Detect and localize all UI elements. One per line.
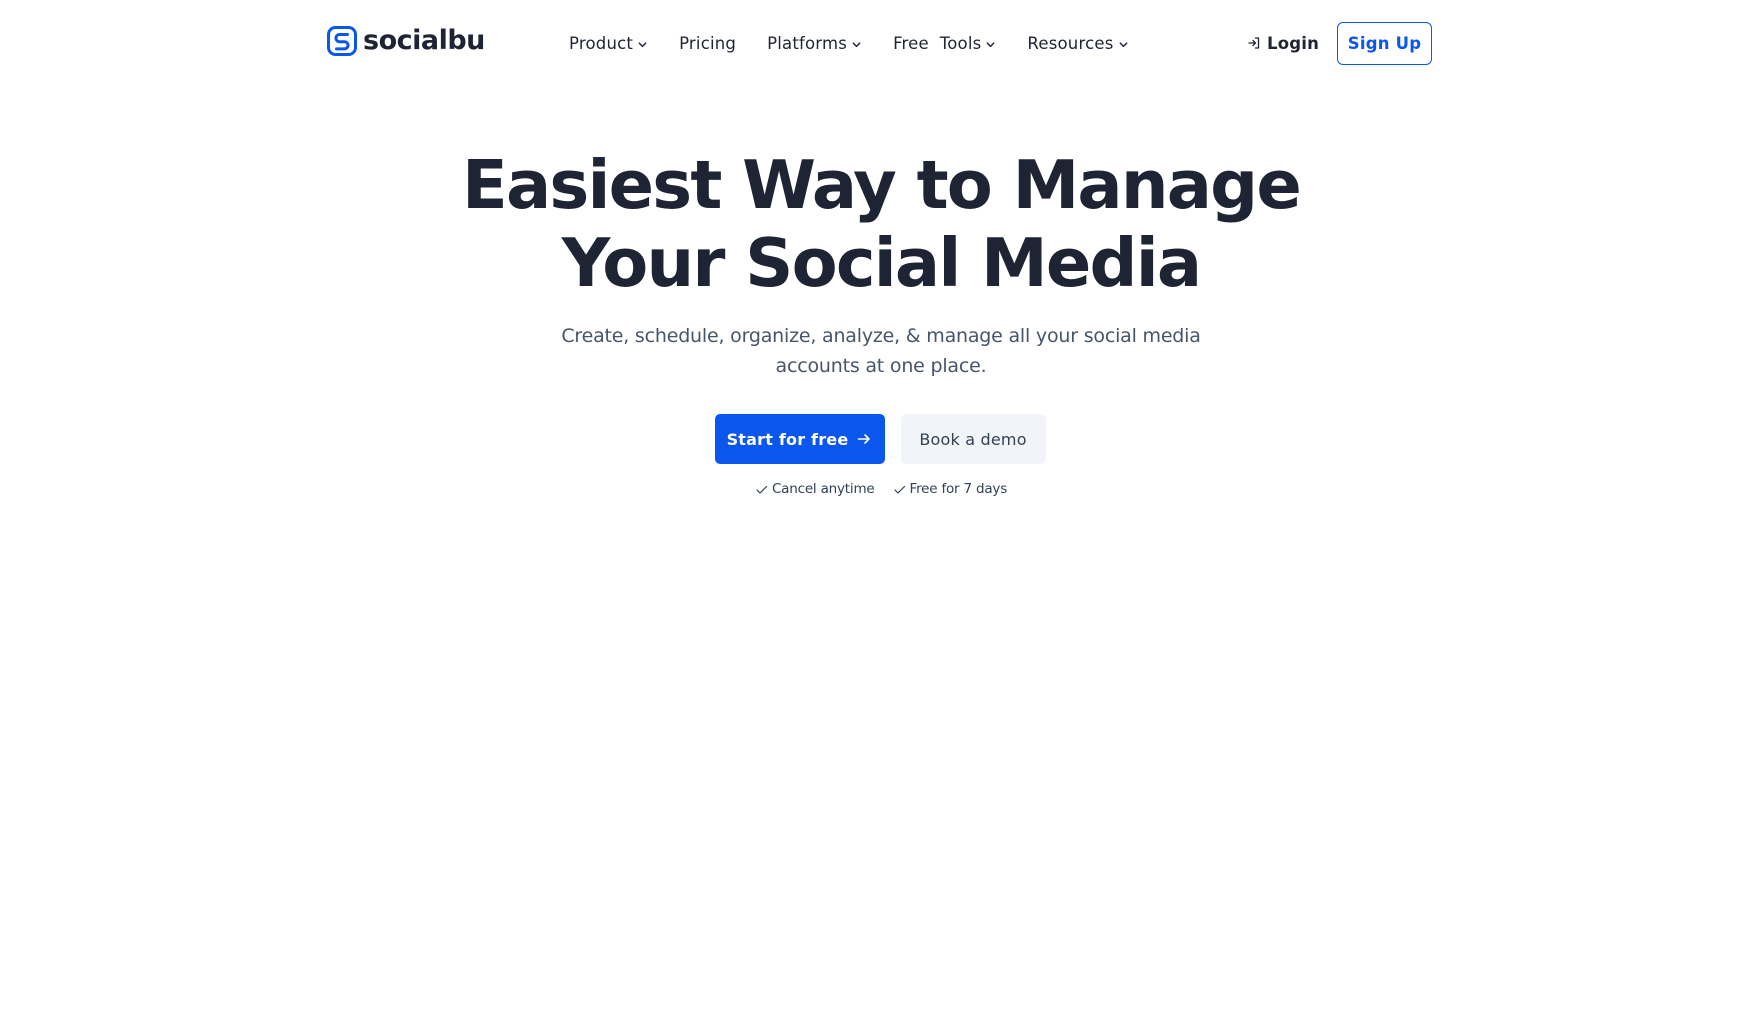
landing-page: socialbu Product Pricing Platforms Free …: [0, 0, 1762, 1029]
nav-item-product[interactable]: Product: [569, 34, 648, 53]
nav-item-label: Product: [569, 33, 634, 53]
nav-item-free-tools[interactable]: Free Tools: [893, 34, 996, 53]
start-for-free-button[interactable]: Start for free: [714, 414, 885, 464]
nav-item-label: Resources: [1027, 33, 1114, 53]
hero-title-line-2: Your Social Media: [561, 224, 1202, 302]
chevron-down-icon: [638, 42, 647, 48]
nav-item-label: Platforms: [767, 33, 848, 53]
login-arrow-icon: [1248, 37, 1260, 49]
login-link[interactable]: Login: [1247, 30, 1319, 56]
login-label: Login: [1267, 33, 1320, 53]
book-a-demo-button[interactable]: Book a demo: [900, 414, 1046, 464]
start-for-free-label: Start for free: [726, 429, 849, 449]
nav-item-label: Free Tools: [893, 33, 982, 53]
brand-name: socialbu: [363, 25, 485, 56]
chevron-down-icon: [1119, 42, 1127, 48]
hero-cta-row: Start for free Book a demo: [0, 414, 1762, 464]
nav-item-resources[interactable]: Resources: [1027, 34, 1128, 53]
top-navbar: socialbu Product Pricing Platforms Free …: [0, 0, 1762, 86]
brand-logo-link[interactable]: socialbu: [327, 26, 485, 56]
perk-free-trial: Free for 7 days: [893, 481, 1008, 497]
hero-title: Easiest Way to Manage Your Social Media: [0, 146, 1762, 302]
hero-subtitle: Create, schedule, organize, analyze, & m…: [561, 325, 1201, 377]
chevron-down-icon: [852, 42, 861, 48]
perk-label: Cancel anytime: [771, 481, 875, 497]
hero-perks: Cancel anytime Free for 7 days: [0, 481, 1762, 497]
perk-cancel-anytime: Cancel anytime: [755, 481, 875, 497]
check-icon: [893, 485, 905, 494]
nav-item-platforms[interactable]: Platforms: [767, 34, 862, 53]
sign-up-button[interactable]: Sign Up: [1337, 22, 1432, 65]
main-nav: Product Pricing Platforms Free Tools Res…: [569, 30, 1129, 56]
nav-item-pricing[interactable]: Pricing: [679, 34, 736, 53]
socialbu-logo-icon: [327, 26, 357, 56]
check-icon: [756, 485, 768, 494]
hero-title-line-1: Easiest Way to Manage: [462, 146, 1302, 224]
nav-item-label: Pricing: [679, 33, 737, 53]
arrow-right-icon: [858, 434, 871, 444]
perk-label: Free for 7 days: [909, 481, 1008, 497]
chevron-down-icon: [986, 42, 995, 48]
